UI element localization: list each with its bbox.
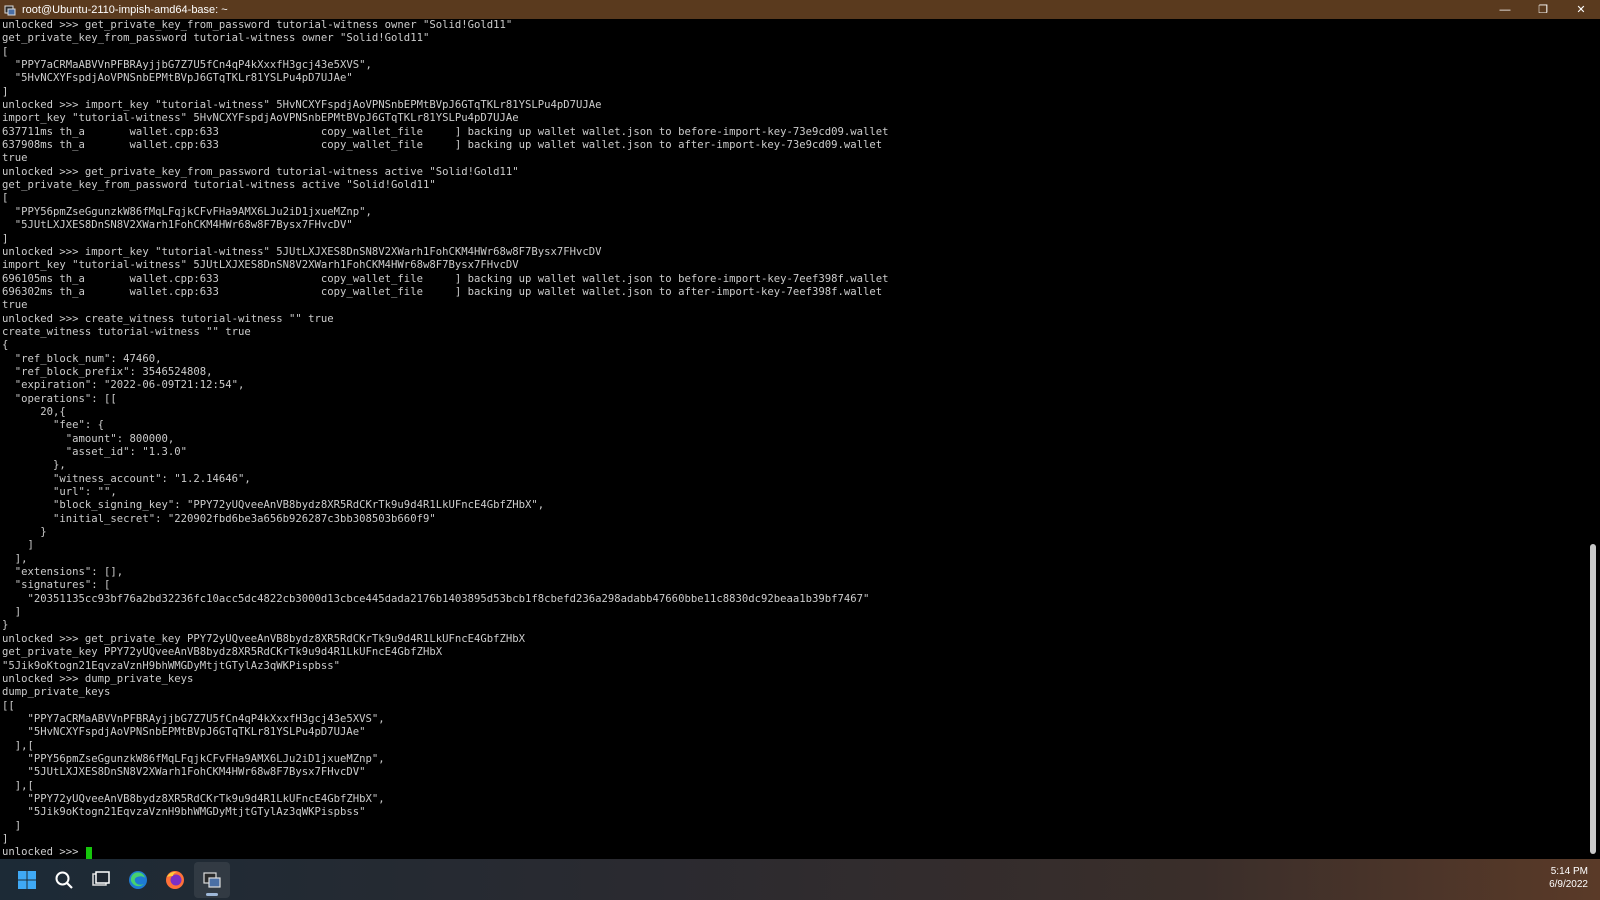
windows-start-icon[interactable]: [9, 862, 45, 898]
search-icon[interactable]: [46, 862, 82, 898]
taskbar: 5:14 PM 6/9/2022: [0, 859, 1600, 900]
terminal-cursor: [85, 846, 92, 859]
scrollbar-thumb[interactable]: [1590, 544, 1596, 854]
system-clock[interactable]: 5:14 PM 6/9/2022: [1549, 865, 1588, 891]
edge-browser-icon[interactable]: [120, 862, 156, 898]
terminal-console[interactable]: unlocked >>> get_private_key_from_passwo…: [0, 19, 1586, 859]
minimize-button[interactable]: —: [1486, 0, 1524, 19]
terminal-prompt: unlocked >>>: [2, 846, 85, 859]
terminal-window-icon: [4, 4, 16, 16]
clock-time: 5:14 PM: [1550, 866, 1588, 877]
task-view-icon[interactable]: [83, 862, 119, 898]
title-bar[interactable]: root@Ubuntu-2110-impish-amd64-base: ~ — …: [0, 0, 1600, 19]
close-button[interactable]: ✕: [1562, 0, 1600, 19]
maximize-button[interactable]: ❐: [1524, 0, 1562, 19]
terminal-scrollbar[interactable]: [1586, 19, 1600, 859]
terminal-output: unlocked >>> get_private_key_from_passwo…: [2, 19, 889, 845]
firefox-icon[interactable]: [157, 862, 193, 898]
clock-date: 6/9/2022: [1549, 879, 1588, 890]
terminal-app-icon[interactable]: [194, 861, 230, 898]
window-title: root@Ubuntu-2110-impish-amd64-base: ~: [22, 3, 228, 16]
terminal-prompt-line[interactable]: unlocked >>>: [0, 846, 1586, 859]
